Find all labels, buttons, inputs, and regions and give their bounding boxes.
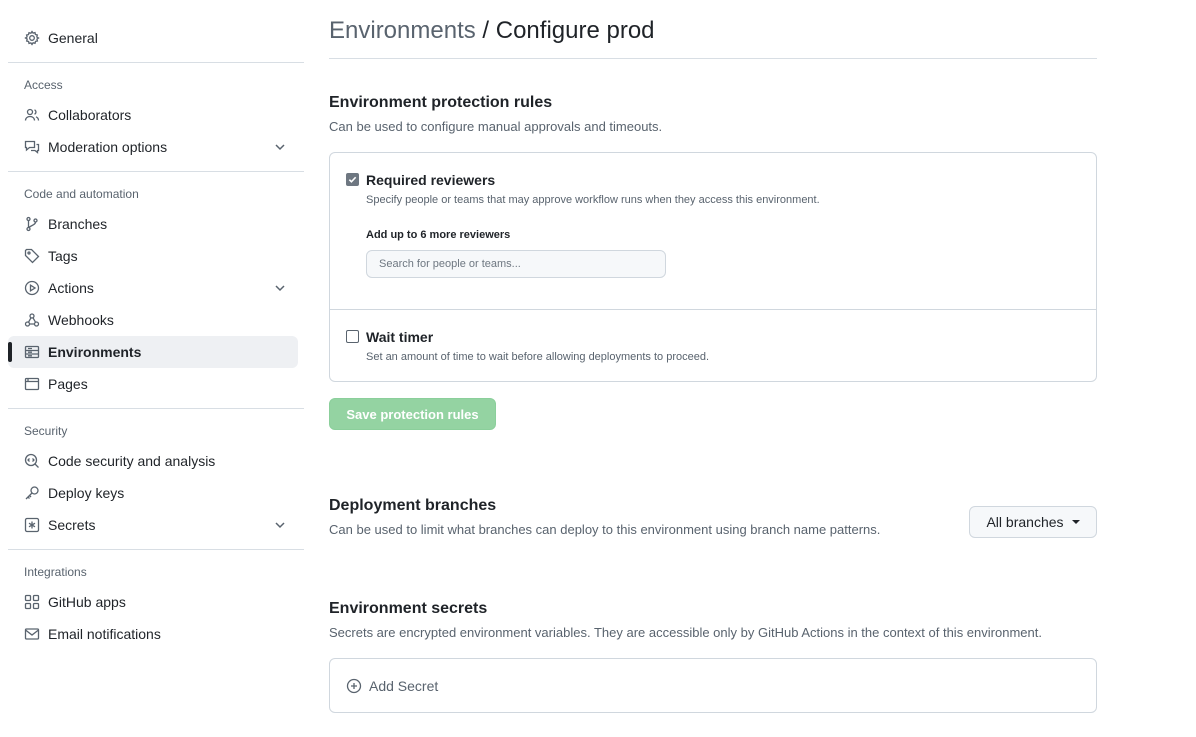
sidebar-divider [8, 171, 304, 172]
sidebar-item-tags[interactable]: Tags [8, 240, 304, 272]
add-secret-button[interactable]: Add Secret [346, 678, 438, 694]
key-icon [24, 485, 40, 501]
sidebar-item-moderation[interactable]: Moderation options [8, 131, 304, 163]
sidebar-item-label: Webhooks [48, 312, 114, 328]
sidebar-item-branches[interactable]: Branches [8, 208, 304, 240]
webhook-icon [24, 312, 40, 328]
sidebar-item-label: Pages [48, 376, 88, 392]
chevron-down-icon[interactable] [272, 139, 288, 155]
checkmark-icon [348, 176, 357, 183]
title-divider [329, 58, 1097, 59]
required-reviewers-note: Specify people or teams that may approve… [366, 194, 820, 206]
sidebar-item-label: Environments [48, 344, 142, 360]
sidebar-item-label: Branches [48, 216, 108, 232]
breadcrumb-separator: / [475, 17, 496, 44]
comment-discussion-icon [24, 139, 40, 155]
environment-secrets-box: Add Secret [329, 658, 1097, 713]
sidebar-item-label: General [48, 30, 98, 46]
sidebar-item-label: Deploy keys [48, 485, 125, 501]
sidebar-item-environments[interactable]: Environments [8, 336, 298, 368]
save-protection-rules-button[interactable]: Save protection rules [329, 398, 496, 430]
git-branch-icon [24, 216, 40, 232]
sidebar-item-pages[interactable]: Pages [8, 368, 304, 400]
sidebar-item-label: Code security and analysis [48, 453, 216, 469]
deployment-branches-title: Deployment branches [329, 497, 497, 514]
tag-icon [24, 248, 40, 264]
page-title-text: Configure prod [495, 17, 655, 44]
sidebar-group-access: Access [24, 78, 63, 92]
sidebar-divider [8, 549, 304, 550]
sidebar-item-general[interactable]: General [8, 22, 304, 54]
sidebar-item-webhooks[interactable]: Webhooks [8, 304, 304, 336]
sidebar-item-collaborators[interactable]: Collaborators [8, 99, 304, 131]
wait-timer-label[interactable]: Wait timer [366, 329, 433, 345]
sidebar-item-email-notifications[interactable]: Email notifications [8, 618, 304, 650]
reviewer-search-input[interactable] [366, 250, 666, 278]
gear-icon [24, 30, 40, 46]
sidebar-item-label: GitHub apps [48, 594, 126, 610]
environment-secrets-title: Environment secrets [329, 600, 488, 617]
sidebar-item-label: Moderation options [48, 139, 168, 155]
chevron-down-icon[interactable] [272, 517, 288, 533]
codescan-icon [24, 453, 40, 469]
settings-sidebar: General Access Collaborators Moderation … [8, 22, 304, 650]
sidebar-item-label: Email notifications [48, 626, 161, 642]
play-icon [24, 280, 40, 296]
deployment-branches-dropdown[interactable]: All branches [969, 506, 1097, 538]
sidebar-item-label: Tags [48, 248, 78, 264]
sidebar-item-code-security[interactable]: Code security and analysis [8, 445, 304, 477]
plus-circle-icon [346, 678, 362, 694]
sidebar-item-actions[interactable]: Actions [8, 272, 304, 304]
sidebar-item-label: Actions [48, 280, 94, 296]
protection-rules-title: Environment protection rules [329, 94, 553, 111]
protection-rules-box: Required reviewers Specify people or tea… [329, 152, 1097, 382]
server-icon [24, 344, 40, 360]
asterisk-icon [24, 517, 40, 533]
sidebar-item-deploy-keys[interactable]: Deploy keys [8, 477, 304, 509]
environment-secrets-description: Secrets are encrypted environment variab… [329, 625, 1042, 640]
required-reviewers-label[interactable]: Required reviewers [366, 172, 495, 188]
wait-timer-note: Set an amount of time to wait before all… [366, 351, 710, 363]
sidebar-group-code-automation: Code and automation [24, 187, 139, 201]
sidebar-group-security: Security [24, 424, 68, 438]
sidebar-item-label: Secrets [48, 517, 96, 533]
sidebar-item-github-apps[interactable]: GitHub apps [8, 586, 304, 618]
wait-timer-checkbox[interactable] [346, 330, 359, 343]
chevron-down-icon[interactable] [272, 280, 288, 296]
required-reviewers-checkbox[interactable] [346, 173, 359, 186]
apps-icon [24, 594, 40, 610]
breadcrumb-environments[interactable]: Environments [329, 17, 476, 44]
protection-rules-description: Can be used to configure manual approval… [329, 119, 663, 134]
sidebar-divider [8, 408, 304, 409]
page-title: Environments / Configure prod [329, 17, 655, 45]
sidebar-item-label: Collaborators [48, 107, 132, 123]
sidebar-item-secrets[interactable]: Secrets [8, 509, 304, 541]
deployment-branches-description: Can be used to limit what branches can d… [329, 522, 881, 537]
add-secret-label: Add Secret [369, 678, 439, 694]
rules-divider [330, 309, 1096, 310]
sidebar-divider [8, 62, 304, 63]
deployment-branches-selected: All branches [986, 514, 1064, 530]
sidebar-group-integrations: Integrations [24, 565, 87, 579]
triangle-down-icon [1071, 520, 1080, 524]
add-reviewers-label: Add up to 6 more reviewers [366, 229, 511, 241]
mail-icon [24, 626, 40, 642]
browser-icon [24, 376, 40, 392]
people-icon [24, 107, 40, 123]
